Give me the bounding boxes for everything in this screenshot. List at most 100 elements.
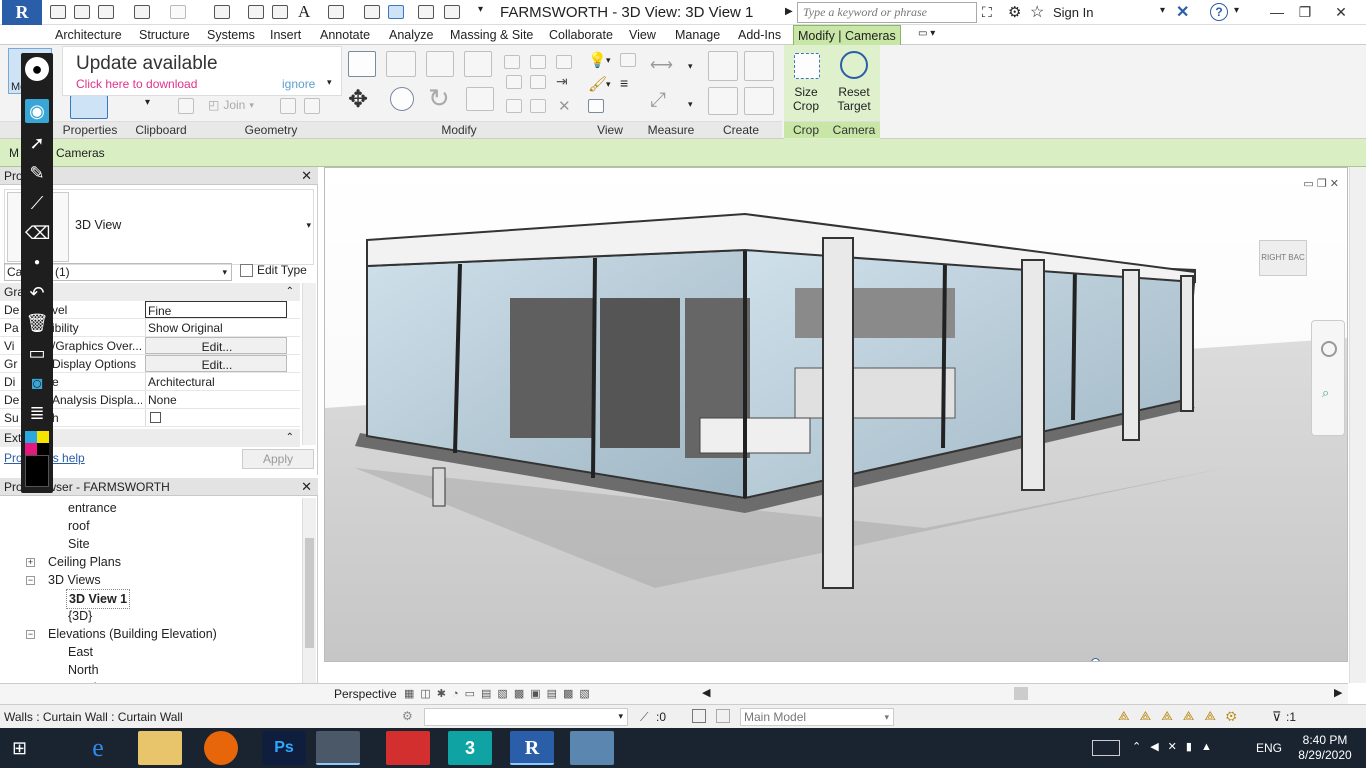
detail-level-field[interactable]: Fine (145, 301, 287, 318)
tab-massing-site[interactable]: Massing & Site (446, 25, 537, 45)
collapse-3d-views-icon[interactable]: − (26, 576, 35, 585)
tab-architecture[interactable]: Architecture (51, 25, 126, 45)
qat-dropdown-icon[interactable]: ▾ (478, 4, 483, 15)
navigation-bar[interactable]: ⌕ (1311, 320, 1345, 436)
exchange-icon[interactable]: ✕ (1176, 2, 1189, 22)
color-cyan-swatch[interactable] (25, 431, 37, 443)
cursor-icon[interactable]: ➚ (25, 131, 49, 155)
sun-path-checkbox[interactable] (150, 412, 161, 423)
tree-item-3d-view-1[interactable]: 3D View 1 (66, 589, 131, 609)
redo-icon[interactable] (170, 5, 186, 19)
tree-item-3d-default[interactable]: {3D} (68, 607, 92, 625)
filter-icon[interactable]: ⊽ (1272, 709, 1282, 725)
line-icon[interactable]: ⟋ (25, 191, 49, 215)
view-window-controls[interactable]: ▭ ❐ ✕ (1303, 177, 1339, 190)
camera-icon[interactable]: ◙ (25, 371, 49, 395)
tree-item-3d-views[interactable]: 3D Views (48, 571, 101, 589)
favorites-star-icon[interactable]: ☆ (1030, 2, 1044, 22)
pen-icon[interactable]: ✎ (25, 161, 49, 185)
notes-icon[interactable]: ≣ (25, 401, 49, 425)
trim-extend-icon[interactable] (506, 99, 522, 113)
pen-app-icon[interactable] (316, 731, 360, 765)
unpin-icon[interactable]: ⇥ (556, 73, 568, 90)
properties-icon[interactable] (70, 95, 108, 119)
binoculars-icon[interactable]: ⛶ (982, 4, 992, 21)
subscription-icon[interactable]: ⚙ (1008, 3, 1021, 21)
search-input[interactable]: Type a keyword or phrase (797, 2, 977, 23)
aligned-dimension-icon[interactable]: ⤢ (650, 89, 666, 112)
edit-type-button[interactable]: Edit Type (240, 263, 307, 277)
help-icon[interactable]: ? (1210, 3, 1228, 21)
hide-bulb-icon[interactable]: 💡 (588, 51, 607, 69)
measure-dropdown-icon[interactable]: ▾ (688, 61, 693, 72)
sign-in-button[interactable]: Sign In (1053, 0, 1093, 25)
tab-systems[interactable]: Systems (203, 25, 259, 45)
display-options-edit-button[interactable]: Edit... (145, 355, 287, 372)
type-dropdown-icon[interactable]: ▾ (306, 220, 311, 231)
size-crop-icon[interactable] (794, 53, 820, 79)
browser-scrollbar[interactable] (302, 498, 316, 702)
array-icon[interactable] (506, 75, 522, 89)
align-icon[interactable] (348, 51, 376, 77)
collapse-icon[interactable]: ⌃ (286, 283, 294, 301)
tree-item-entrance[interactable]: entrance (68, 499, 117, 517)
split-icon[interactable] (504, 55, 520, 69)
update-ignore-link[interactable]: ignore (282, 77, 315, 91)
discipline-field[interactable]: Architectural (145, 373, 287, 390)
reset-target-icon[interactable] (840, 51, 868, 79)
hide-dropdown-icon[interactable]: ▾ (606, 55, 611, 66)
trim-icon[interactable] (466, 87, 494, 111)
offset-icon[interactable] (386, 51, 416, 77)
analysis-display-field[interactable]: None (145, 391, 287, 408)
editing-requests-icon[interactable]: ⟋ (640, 710, 648, 725)
close-properties-icon[interactable]: ✕ (301, 167, 312, 185)
internet-explorer-icon[interactable]: e (76, 731, 120, 765)
view-mode-label[interactable]: Perspective (334, 687, 397, 701)
dimension-dropdown-icon[interactable]: ▾ (688, 99, 693, 110)
scroll-left-icon[interactable]: ◀ (702, 686, 710, 699)
drawing-app-icon[interactable] (386, 731, 430, 765)
properties-scrollbar[interactable] (302, 283, 316, 445)
ribbon-toggle-icon[interactable]: ▭ ▾ (918, 28, 944, 42)
switch-windows-icon[interactable] (444, 5, 460, 19)
match-properties-icon[interactable] (178, 98, 194, 114)
pen-undo-icon[interactable]: ↶ (25, 281, 49, 305)
file-explorer-icon[interactable] (138, 731, 182, 765)
text-icon[interactable]: A (298, 2, 310, 22)
expand-arrow-icon[interactable]: ▶ (785, 6, 793, 17)
design-option-dropdown[interactable]: Main Model ▾ (740, 708, 894, 726)
parts-visibility-field[interactable]: Show Original (145, 319, 287, 336)
viewport-scrollbar-v[interactable] (1349, 167, 1366, 683)
tree-item-ceiling-plans[interactable]: Ceiling Plans (48, 553, 121, 571)
color-black-swatch[interactable] (37, 443, 49, 455)
tab-view[interactable]: View (625, 25, 660, 45)
apply-button[interactable]: Apply (242, 449, 314, 469)
close-button[interactable]: ✕ (1324, 0, 1358, 25)
vg-overrides-edit-button[interactable]: Edit... (145, 337, 287, 354)
dot-icon[interactable]: ● (25, 251, 49, 275)
size-crop-button[interactable]: Size Crop (788, 85, 824, 113)
update-dropdown-icon[interactable]: ▾ (327, 77, 332, 88)
join-button[interactable]: ◰ Join ▾ (208, 98, 254, 112)
reset-target-button[interactable]: Reset Target (832, 85, 876, 113)
pin-icon[interactable] (556, 55, 572, 69)
crop-grip-icon[interactable] (1091, 658, 1100, 661)
eye-icon[interactable]: ◉ (25, 99, 49, 123)
tree-item-east[interactable]: East (68, 643, 93, 661)
copy-icon[interactable] (390, 87, 414, 111)
tag-icon[interactable] (272, 5, 288, 19)
sync-icon[interactable] (98, 5, 114, 19)
eraser-icon[interactable]: ⌫ (25, 221, 50, 245)
trash-icon[interactable]: 🗑 (25, 311, 49, 335)
photos-icon[interactable] (570, 731, 614, 765)
mirror-draw-icon[interactable] (464, 51, 492, 77)
system-tray-icons[interactable]: ⌃◀✕▮▲ (1132, 740, 1221, 753)
close-hidden-icon[interactable] (418, 5, 434, 19)
horizontal-scroll-thumb[interactable] (1014, 687, 1028, 700)
browser-scroll-thumb[interactable] (305, 538, 314, 648)
keyboard-icon[interactable] (1092, 740, 1120, 756)
tab-analyze[interactable]: Analyze (385, 25, 437, 45)
restore-button[interactable]: ❐ (1288, 0, 1322, 25)
measure-between-icon[interactable]: ⟷ (650, 55, 673, 75)
collapse-extents-icon[interactable]: ⌃ (286, 429, 294, 447)
